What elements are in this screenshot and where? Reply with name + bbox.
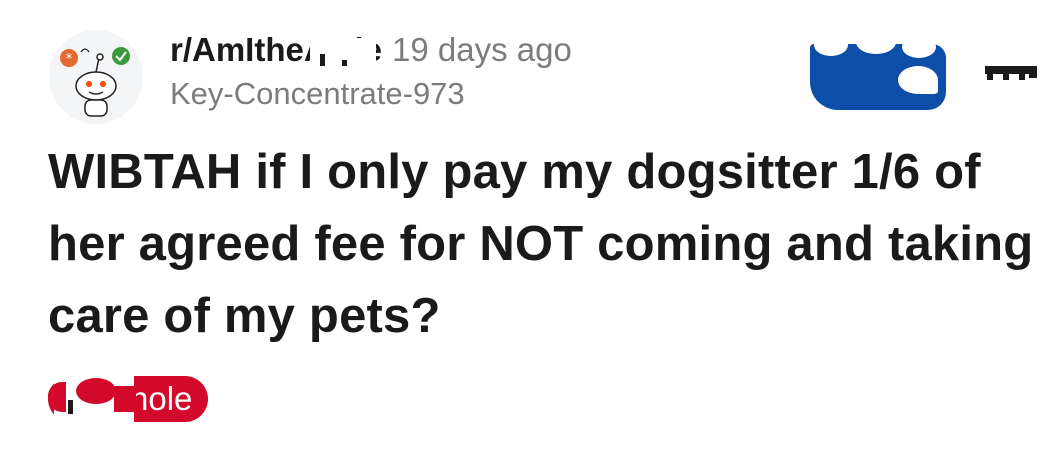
snoo-avatar-icon: * (60, 47, 130, 117)
flair-redaction-mark (48, 368, 136, 426)
post-age: 19 days ago (391, 31, 572, 68)
award-icon[interactable] (985, 64, 1037, 82)
post-title[interactable]: WIBTAH if I only pay my dogsitter 1/6 of… (48, 136, 1038, 352)
redaction-mark (310, 38, 376, 68)
post-meta: r/AmItheA ole 19 days ago Key-Concentrate… (170, 30, 572, 114)
svg-text:*: * (66, 52, 73, 67)
community-banner-icon[interactable] (810, 30, 946, 110)
flair-label: hole (130, 380, 193, 417)
author-avatar[interactable]: * (49, 30, 143, 124)
author-name[interactable]: Key-Concentrate-973 (170, 74, 572, 114)
